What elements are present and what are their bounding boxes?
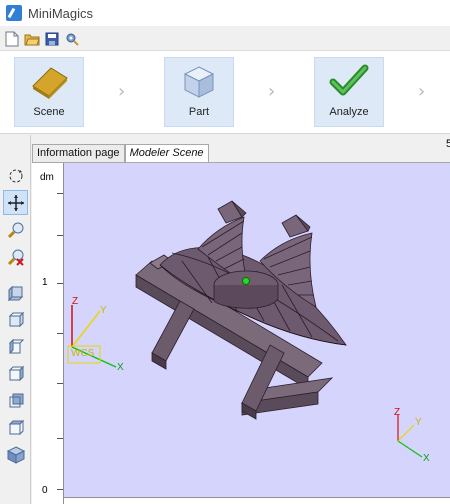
save-icon[interactable] xyxy=(43,30,61,48)
view-front-icon[interactable] xyxy=(3,307,28,332)
view-left-icon[interactable] xyxy=(3,334,28,359)
step-separator: › xyxy=(268,81,276,102)
gizmo-axis-y-label: Y xyxy=(415,417,422,428)
view-top-icon[interactable] xyxy=(3,415,28,440)
view-back-icon[interactable] xyxy=(3,388,28,413)
open-folder-icon[interactable] xyxy=(23,30,41,48)
view-bottom-icon[interactable] xyxy=(3,442,28,467)
view-tools-bar xyxy=(0,135,31,504)
scene-plate-icon xyxy=(32,67,68,99)
checkmark-icon xyxy=(329,64,369,96)
analyze-step-button[interactable]: Analyze xyxy=(314,57,384,127)
tab-information-page[interactable]: Information page xyxy=(32,144,125,162)
corner-mark: 5 xyxy=(446,138,450,150)
wcs-axis-z-label: Z xyxy=(72,296,79,307)
scene-canvas xyxy=(67,200,423,458)
gizmo-axis-x-label: X xyxy=(423,453,430,464)
minimagics-window: MiniMagics Scene › Part › Analyze › Info… xyxy=(0,0,450,504)
title-bar: MiniMagics xyxy=(0,0,450,26)
zoom-reset-icon[interactable] xyxy=(3,244,28,269)
quick-access-toolbar xyxy=(0,28,81,50)
horizontal-ruler xyxy=(64,497,450,504)
modeler-viewport[interactable]: dm 1 0 Z Y X WCS Z Y X xyxy=(32,162,450,504)
rotate-icon[interactable] xyxy=(3,163,28,188)
window-title: MiniMagics xyxy=(28,5,94,21)
analyze-step-label: Analyze xyxy=(329,106,369,118)
zoom-icon[interactable] xyxy=(3,217,28,242)
workflow-ribbon: Scene › Part › Analyze › xyxy=(0,50,450,134)
gizmo-axis-z-label: Z xyxy=(394,407,401,418)
new-file-icon[interactable] xyxy=(3,30,21,48)
step-separator: › xyxy=(118,81,126,102)
scene-step-button[interactable]: Scene xyxy=(14,57,84,127)
wcs-label: WCS xyxy=(71,348,95,359)
scene-step-label: Scene xyxy=(33,106,65,118)
tab-modeler-scene[interactable]: Modeler Scene xyxy=(124,144,209,162)
settings-icon[interactable] xyxy=(63,30,81,48)
wcs-axis-x-label: X xyxy=(117,362,124,373)
part-cube-icon xyxy=(183,66,215,98)
view-tabs: Information page Modeler Scene xyxy=(32,144,209,162)
selection-marker xyxy=(242,277,250,285)
part-step-label: Part xyxy=(188,106,210,118)
ship-model xyxy=(135,200,347,420)
app-logo-icon xyxy=(6,5,22,21)
view-iso-icon[interactable] xyxy=(3,280,28,305)
pan-icon[interactable] xyxy=(3,190,28,215)
view-right-icon[interactable] xyxy=(3,361,28,386)
step-separator: › xyxy=(418,81,426,102)
wcs-axis-y-label: Y xyxy=(100,305,107,316)
part-step-button[interactable]: Part xyxy=(164,57,234,127)
